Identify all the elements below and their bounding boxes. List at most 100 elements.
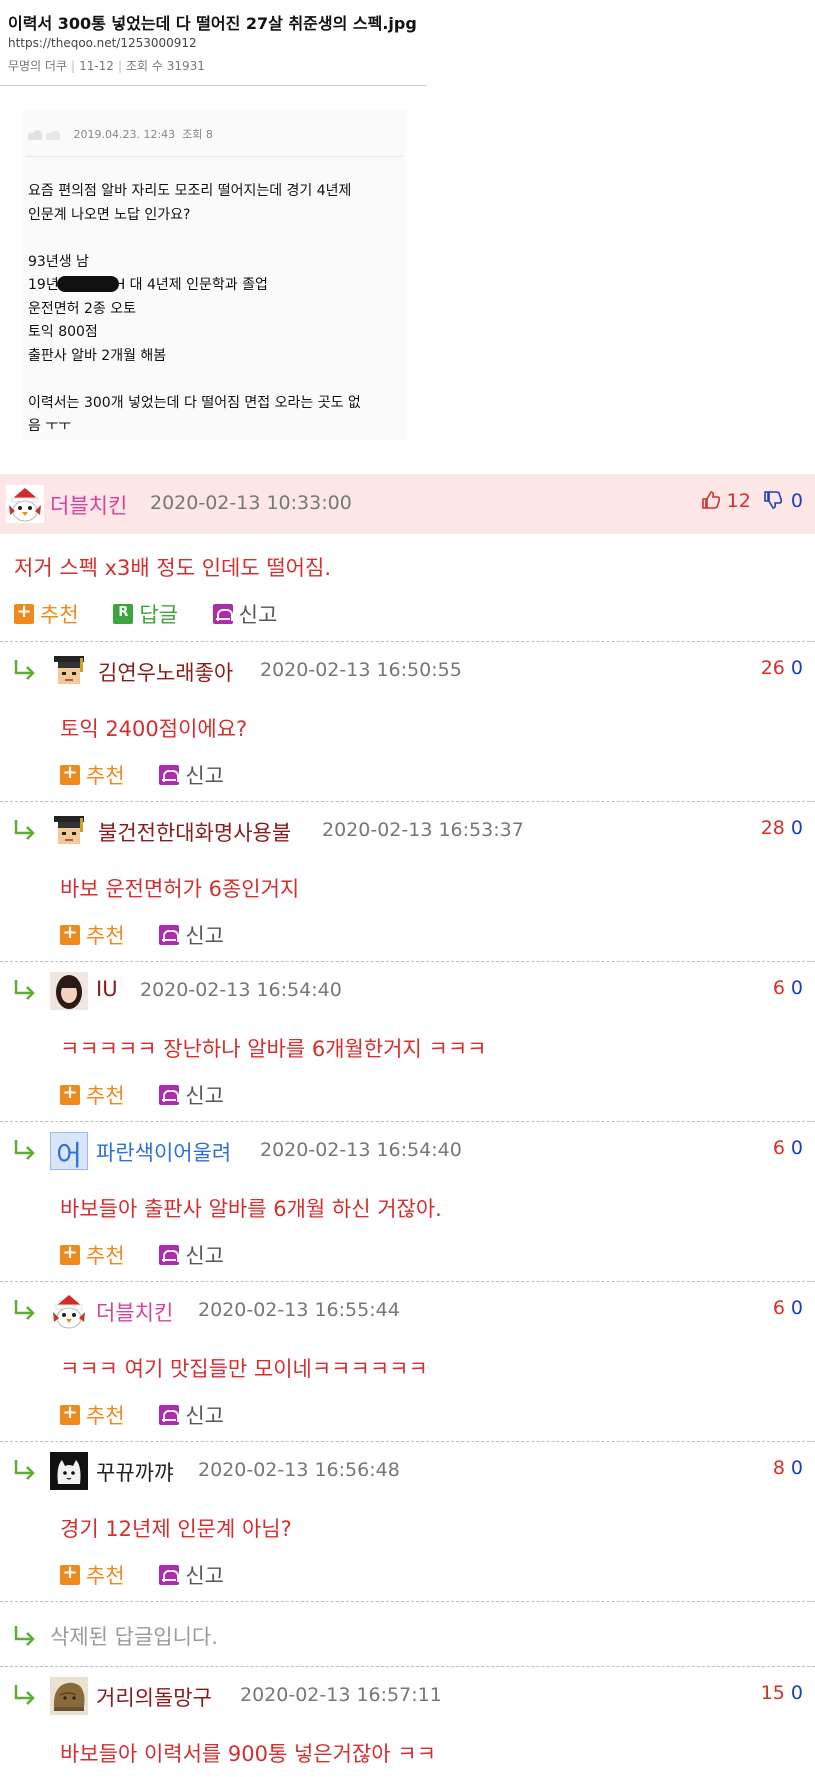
plus-icon: [60, 1082, 80, 1105]
siren-icon: [159, 1245, 180, 1265]
recommend-button[interactable]: 추천: [60, 920, 125, 950]
comment-text: 바보들아 이력서를 900통 넣은거잖아 ㅋㅋ: [60, 1742, 436, 1766]
divider: |: [117, 59, 122, 73]
post-url[interactable]: https://theqoo.net/1253000912: [8, 36, 197, 50]
upvote-count: 6: [772, 977, 785, 999]
post-meta: 무명의 더쿠 | 11-12 | 조회 수 31931: [8, 57, 205, 74]
thumbs-down-icon[interactable]: [763, 490, 783, 510]
report-button[interactable]: 신고: [159, 1560, 224, 1590]
siren-icon: [159, 1565, 180, 1585]
siren-icon: [159, 925, 180, 945]
upvote-count: 6: [772, 1137, 785, 1159]
downvote-count: 0: [790, 657, 803, 679]
rock-avatar-icon[interactable]: [50, 1677, 88, 1715]
reply-label: 답글: [139, 603, 178, 627]
siren-icon: [212, 604, 233, 624]
comment-text: ㅋㅋㅋ 여기 맛집들만 모이네ㅋㅋㅋㅋㅋㅋ: [60, 1357, 428, 1381]
reply-arrow-icon: [12, 656, 38, 682]
recommend-button[interactable]: 추천: [60, 760, 125, 790]
upvote-count: 28: [760, 817, 785, 839]
report-button[interactable]: 신고: [212, 599, 278, 629]
recommend-label: 추천: [86, 764, 125, 788]
original-post-line: 이력서는 300개 넣었는데 다 떨어짐 면접 오라는 곳도 없: [28, 394, 361, 411]
comment-text: 저거 스펙 x3배 정도 인데도 떨어짐.: [14, 556, 331, 580]
comment-nickname[interactable]: 김연우노래좋아: [98, 657, 233, 687]
original-post-meta: 2019.04.23. 12:43 조회 8: [26, 126, 213, 143]
comment-votes: 60: [773, 1137, 803, 1159]
reply-arrow-icon: [12, 1456, 38, 1482]
chicken-avatar-icon[interactable]: [6, 485, 44, 523]
original-post-line: [28, 368, 401, 392]
graduate-avatar-icon[interactable]: [50, 812, 88, 850]
reply-icon: [113, 604, 134, 624]
profile-photo-avatar[interactable]: [50, 972, 88, 1010]
report-button[interactable]: 신고: [159, 760, 224, 790]
downvote-count: 0: [790, 490, 803, 512]
chicken-avatar-icon[interactable]: [50, 1292, 88, 1330]
cat-avatar-icon[interactable]: [50, 1452, 88, 1490]
divider: [0, 1441, 815, 1442]
report-button[interactable]: 신고: [159, 1080, 224, 1110]
text-avatar-icon[interactable]: 어: [50, 1132, 88, 1170]
comment-nickname[interactable]: 더블치킨: [50, 490, 127, 520]
comment-nickname[interactable]: 더블치킨: [96, 1297, 173, 1327]
comment-nickname[interactable]: IU: [96, 977, 118, 1001]
recommend-button[interactable]: 추천: [60, 1560, 125, 1590]
comment-date: 2020-02-13 16:53:37: [322, 819, 524, 841]
comment-date: 2020-02-13 16:55:44: [198, 1299, 400, 1321]
comment-date: 2020-02-13 16:56:48: [198, 1459, 400, 1481]
comment-text: 바보들아 출판사 알바를 6개월 하신 거잖아.: [60, 1197, 442, 1221]
recommend-button[interactable]: 추천: [60, 1240, 125, 1270]
original-post-line: 요즘 편의점 알바 자리도 모조리 떨어지는데 경기 4년제: [28, 183, 352, 199]
report-button[interactable]: 신고: [159, 920, 224, 950]
comment-date: 2020-02-13 16:54:40: [140, 979, 342, 1001]
divider: [0, 1666, 815, 1667]
upvote-count: 26: [760, 657, 785, 679]
comment-votes: 60: [773, 977, 803, 999]
report-label: 신고: [185, 1244, 224, 1268]
comment-votes: 26 0: [761, 657, 803, 679]
report-button[interactable]: 신고: [159, 1400, 224, 1430]
reply-button[interactable]: 답글: [113, 599, 178, 629]
report-label: 신고: [185, 924, 224, 948]
post-title[interactable]: 이력서 300통 넣었는데 다 떨어진 27살 취준생의 스펙.jpg: [8, 10, 417, 34]
divider: [0, 1281, 815, 1282]
divider: |: [71, 59, 76, 73]
report-button[interactable]: 신고: [159, 1240, 224, 1270]
report-label: 신고: [185, 764, 224, 788]
upvote-count: 15: [760, 1682, 785, 1704]
report-label: 신고: [238, 603, 278, 627]
reply-arrow-icon: [12, 1136, 38, 1162]
recommend-label: 추천: [86, 1084, 125, 1108]
comment-text: 토익 2400점이에요?: [60, 717, 248, 741]
recommend-button[interactable]: 추천: [60, 1080, 125, 1110]
original-post-line: 음 ㅜㅜ: [28, 418, 72, 434]
comment-nickname[interactable]: 불건전한대화명사용불: [98, 817, 291, 847]
graduate-avatar-icon[interactable]: [50, 652, 88, 690]
report-label: 신고: [185, 1404, 224, 1428]
comment-text: 바보 운전면허가 6종인거지: [60, 877, 300, 901]
report-label: 신고: [185, 1084, 224, 1108]
comment-date: 2020-02-13 10:33:00: [150, 492, 352, 514]
comment-date: 2020-02-13 16:50:55: [260, 659, 462, 681]
cloud-profile-icon: [27, 130, 61, 140]
divider: [0, 1121, 815, 1122]
downvote-count: 0: [790, 1137, 803, 1159]
comment-nickname[interactable]: 거리의돌망구: [96, 1682, 212, 1712]
recommend-button[interactable]: 추천: [14, 599, 79, 629]
avatar-char: 어: [56, 1139, 82, 1170]
plus-icon: [60, 1402, 80, 1425]
divider: [26, 156, 403, 157]
deleted-reply-notice: 삭제된 답글입니다.: [50, 1625, 218, 1649]
redaction-blot: [56, 276, 119, 292]
comment-actions: 추천 신고: [60, 1400, 252, 1430]
thumbs-up-icon[interactable]: [701, 490, 721, 510]
original-post-image: 2019.04.23. 12:43 조회 8 요즘 편의점 알바 자리도 모조리…: [22, 110, 407, 440]
original-post-line-head: 19년: [28, 277, 59, 293]
original-post-line: 인문계 나오면 노답 인가요?: [28, 206, 191, 223]
recommend-button[interactable]: 추천: [60, 1400, 125, 1430]
comment-votes: 60: [773, 1297, 803, 1319]
comment-nickname[interactable]: 꾸뀨까꺄: [96, 1457, 173, 1487]
reply-arrow-icon: [12, 976, 38, 1002]
comment-nickname[interactable]: 파란색이어울려: [96, 1137, 231, 1167]
